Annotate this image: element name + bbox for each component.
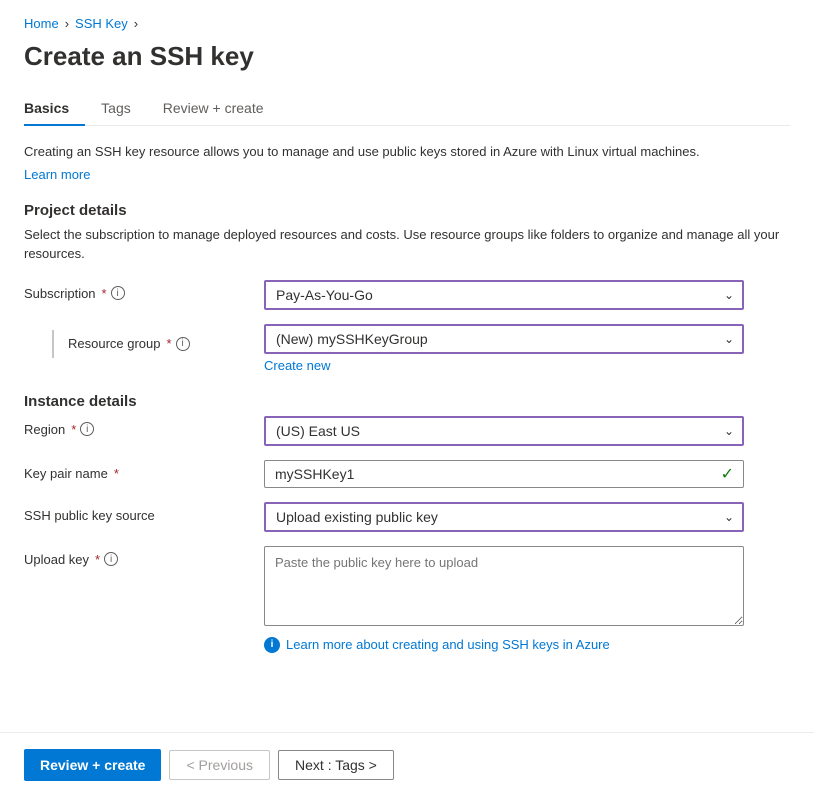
subscription-dropdown[interactable]: Pay-As-You-Go — [264, 280, 744, 310]
breadcrumb-sep-2: › — [134, 16, 138, 31]
subscription-label: Subscription — [24, 286, 96, 301]
region-dropdown-wrapper: (US) East US ⌄ — [264, 416, 744, 446]
project-details-description: Select the subscription to manage deploy… — [24, 225, 790, 264]
ssh-key-source-control: Upload existing public key Generate new … — [264, 502, 790, 532]
subscription-required: * — [102, 286, 107, 301]
region-label: Region — [24, 422, 65, 437]
resource-group-row: Resource group * i (New) mySSHKeyGroup ⌄… — [24, 324, 790, 373]
upload-key-textarea[interactable] — [264, 546, 744, 626]
region-label-cell: Region * i — [24, 416, 264, 437]
info-circle-icon: i — [264, 637, 280, 653]
resource-group-label: Resource group — [68, 336, 161, 351]
key-pair-name-valid-icon: ✓ — [721, 464, 734, 484]
key-pair-name-label: Key pair name — [24, 466, 108, 481]
tab-review-create[interactable]: Review + create — [147, 92, 280, 126]
subscription-label-cell: Subscription * i — [24, 280, 264, 301]
upload-key-required: * — [95, 552, 100, 567]
upload-key-control: i Learn more about creating and using SS… — [264, 546, 790, 653]
upload-key-label: Upload key — [24, 552, 89, 567]
next-button[interactable]: Next : Tags > — [278, 750, 394, 780]
tab-basics[interactable]: Basics — [24, 92, 85, 126]
ssh-learn-more-link[interactable]: Learn more about creating and using SSH … — [286, 637, 610, 652]
key-pair-name-row: Key pair name * ✓ — [24, 460, 790, 488]
ssh-key-source-dropdown-wrapper: Upload existing public key Generate new … — [264, 502, 744, 532]
subscription-dropdown-wrapper: Pay-As-You-Go ⌄ — [264, 280, 744, 310]
upload-key-row: Upload key * i i Learn more about creati… — [24, 546, 790, 653]
learn-more-link[interactable]: Learn more — [24, 167, 90, 182]
instance-details-title: Instance details — [24, 393, 790, 410]
upload-key-label-cell: Upload key * i — [24, 546, 264, 567]
resource-group-dropdown-wrapper: (New) mySSHKeyGroup ⌄ — [264, 324, 744, 354]
breadcrumb-sshkey[interactable]: SSH Key — [75, 16, 128, 31]
resource-group-label-cell: Resource group * i — [24, 324, 264, 358]
ssh-key-source-label: SSH public key source — [24, 508, 155, 523]
breadcrumb-sep-1: › — [65, 16, 69, 31]
ssh-key-source-label-cell: SSH public key source — [24, 502, 264, 523]
breadcrumb-home[interactable]: Home — [24, 16, 59, 31]
key-pair-name-control: ✓ — [264, 460, 790, 488]
key-pair-name-input[interactable] — [264, 460, 744, 488]
resource-group-info-icon[interactable]: i — [176, 337, 190, 351]
project-details-title: Project details — [24, 202, 790, 219]
tab-tags[interactable]: Tags — [85, 92, 147, 126]
previous-button[interactable]: < Previous — [169, 750, 270, 780]
subscription-info-icon[interactable]: i — [111, 286, 125, 300]
resource-group-control: (New) mySSHKeyGroup ⌄ Create new — [264, 324, 790, 373]
key-pair-name-input-wrapper: ✓ — [264, 460, 744, 488]
region-info-icon[interactable]: i — [80, 422, 94, 436]
resource-group-required: * — [167, 336, 172, 351]
tabs-container: Basics Tags Review + create — [24, 92, 790, 126]
region-row: Region * i (US) East US ⌄ — [24, 416, 790, 446]
info-link-row: i Learn more about creating and using SS… — [264, 637, 790, 653]
ssh-key-source-row: SSH public key source Upload existing pu… — [24, 502, 790, 532]
key-pair-name-label-cell: Key pair name * — [24, 460, 264, 481]
basics-description: Creating an SSH key resource allows you … — [24, 142, 790, 162]
create-new-link[interactable]: Create new — [264, 358, 790, 373]
review-create-button[interactable]: Review + create — [24, 749, 161, 781]
region-control: (US) East US ⌄ — [264, 416, 790, 446]
footer: Review + create < Previous Next : Tags > — [0, 733, 814, 797]
page-title: Create an SSH key — [24, 41, 790, 72]
region-required: * — [71, 422, 76, 437]
breadcrumb: Home › SSH Key › — [24, 16, 790, 31]
subscription-row: Subscription * i Pay-As-You-Go ⌄ — [24, 280, 790, 310]
upload-key-info-icon[interactable]: i — [104, 552, 118, 566]
ssh-key-source-dropdown[interactable]: Upload existing public key Generate new … — [264, 502, 744, 532]
region-dropdown[interactable]: (US) East US — [264, 416, 744, 446]
resource-group-dropdown[interactable]: (New) mySSHKeyGroup — [264, 324, 744, 354]
key-pair-name-required: * — [114, 466, 119, 481]
subscription-control: Pay-As-You-Go ⌄ — [264, 280, 790, 310]
